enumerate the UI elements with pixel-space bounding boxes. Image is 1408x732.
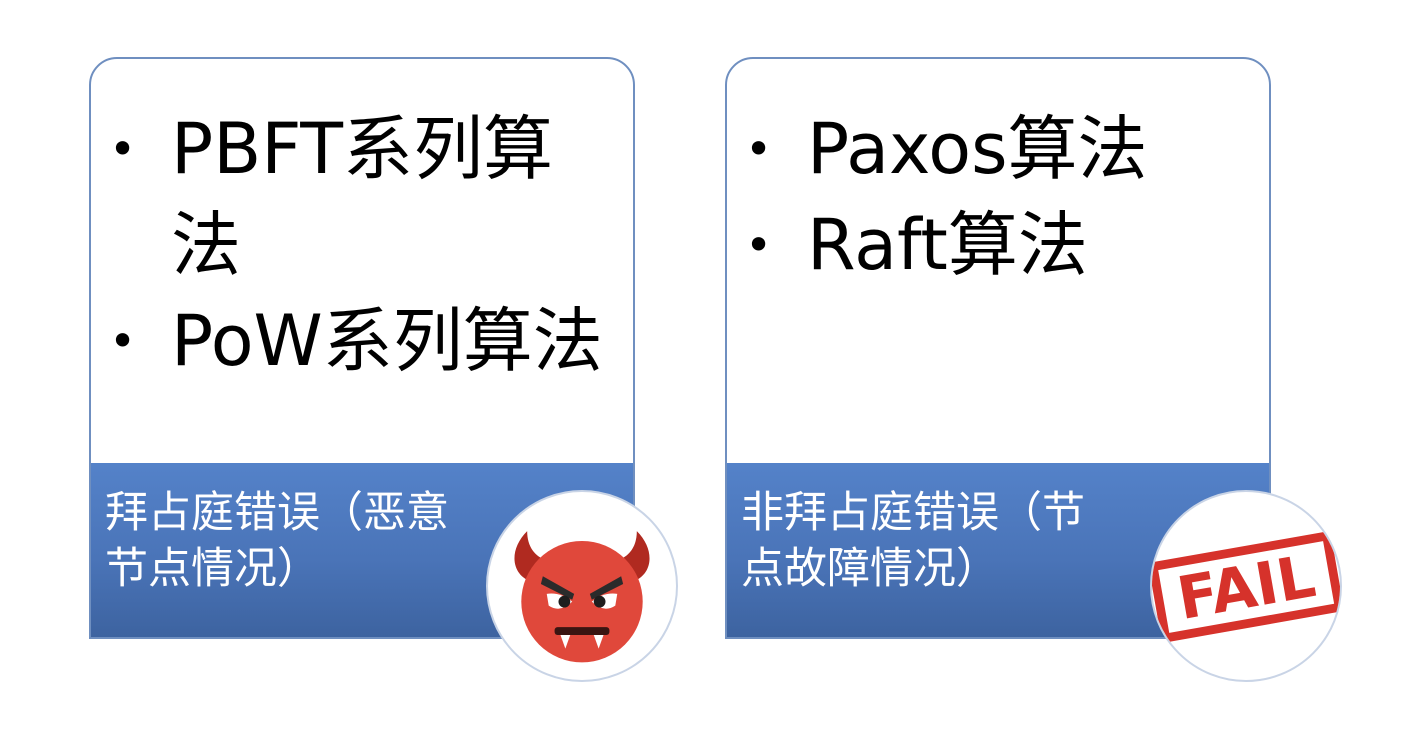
- devil-badge: [486, 490, 678, 682]
- fail-stamp-icon: FAIL: [1152, 530, 1340, 644]
- list-item-label: Raft算法: [807, 204, 1088, 286]
- algorithm-list: • PBFT系列算法 • PoW系列算法: [91, 101, 633, 389]
- list-item: • PBFT系列算法: [91, 101, 633, 293]
- bullet: •: [109, 122, 137, 176]
- bullet: •: [745, 122, 773, 176]
- devil-icon: [514, 531, 650, 663]
- bullet: •: [745, 218, 773, 272]
- list-item: • PoW系列算法: [91, 293, 633, 389]
- list-item: • Raft算法: [727, 197, 1269, 293]
- fail-badge: FAIL: [1150, 490, 1342, 682]
- list-item-label: Paxos算法: [807, 108, 1148, 190]
- algorithm-list: • Paxos算法 • Raft算法: [727, 101, 1269, 293]
- bullet: •: [109, 314, 137, 368]
- fault-type-label: 拜占庭错误（恶意节点情况）: [105, 488, 449, 594]
- list-item-label: PoW系列算法: [171, 300, 603, 382]
- fault-type-label: 非拜占庭错误（节点故障情况）: [741, 488, 1085, 594]
- list-item-label: PBFT系列算法: [171, 108, 554, 286]
- list-item: • Paxos算法: [727, 101, 1269, 197]
